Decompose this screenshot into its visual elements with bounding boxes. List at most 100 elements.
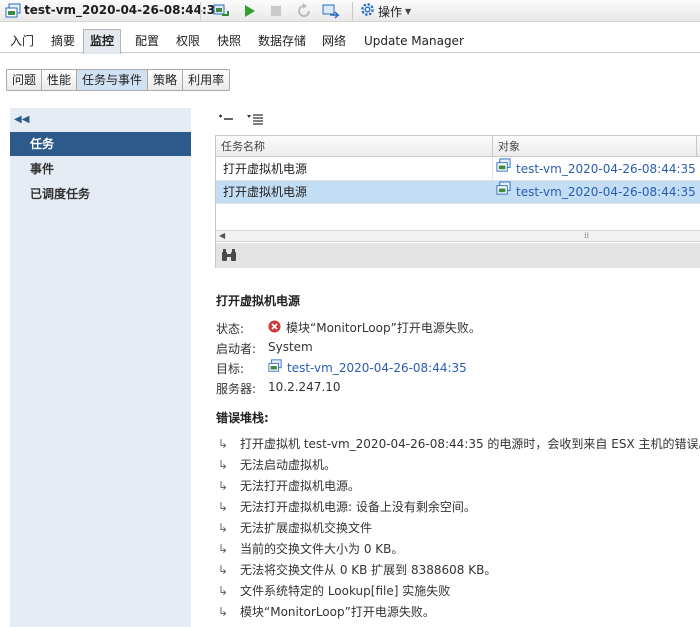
target-link[interactable]: test-vm_2020-04-26-08:44:35 (287, 361, 467, 375)
migrate-icon[interactable] (211, 2, 231, 20)
initiator-value: System (268, 340, 313, 354)
actions-menu[interactable]: 操作 ▼ (360, 2, 411, 20)
main-tab-bar: 入门 摘要 监控 配置 权限 快照 数据存储 网络 Update Manager (0, 29, 700, 54)
task-name-cell: 打开虚拟机电源 (223, 185, 308, 199)
scroll-grip-icon[interactable]: ⁞⁞ (584, 231, 589, 241)
error-stack-text: 无法扩展虚拟机交换文件 (240, 521, 373, 535)
toolbar-divider (200, 2, 201, 20)
status-label: 状态: (216, 322, 245, 336)
vm-icon (268, 359, 282, 376)
reset-icon[interactable] (294, 2, 314, 20)
status-value: 模块“MonitorLoop”打开电源失败。 (268, 319, 481, 336)
error-stack-text: 无法打开虚拟机电源。 (240, 479, 361, 493)
sidebar-item-scheduled-tasks[interactable]: 已调度任务 (10, 182, 191, 206)
error-stack-item: ↳ 模块“MonitorLoop”打开电源失败。 (218, 603, 435, 620)
target-label: 目标: (216, 362, 245, 376)
power-on-icon[interactable] (239, 2, 259, 20)
task-name-cell: 打开虚拟机电源 (223, 162, 308, 176)
sub-arrow-icon: ↳ (218, 541, 229, 556)
target-cell[interactable]: test-vm_2020-04-26-08:44:35 (496, 158, 696, 181)
cell-divider (492, 158, 493, 181)
sub-arrow-icon: ↳ (218, 583, 229, 598)
tab-networks[interactable]: 网络 (322, 29, 346, 53)
binoculars-icon[interactable] (221, 248, 237, 265)
scroll-left-icon[interactable]: ◀ (219, 231, 225, 241)
sidebar-item-tasks[interactable]: 任务 (10, 132, 191, 156)
error-stack-item: ↳ 无法启动虚拟机。 (218, 456, 336, 473)
collapse-icon[interactable]: ◀◀ (14, 114, 29, 125)
subtab-performance[interactable]: 性能 (42, 69, 78, 91)
sidebar: ◀◀ 任务 事件 已调度任务 (10, 108, 191, 627)
gear-icon (360, 2, 375, 20)
error-stack-item: ↳ 无法打开虚拟机电源。 (218, 477, 360, 494)
error-stack-item: ↳ 无法将交换文件从 0 KB 扩展到 8388608 KB。 (218, 561, 496, 578)
sub-arrow-icon: ↳ (218, 562, 229, 577)
sub-arrow-icon: ↳ (218, 436, 229, 451)
vm-icon (496, 158, 511, 181)
vm-icon (5, 3, 21, 19)
column-list-icon[interactable] (246, 112, 264, 129)
tab-update-manager[interactable]: Update Manager (364, 29, 464, 53)
tab-snapshots[interactable]: 快照 (217, 29, 241, 53)
error-stack-item: ↳ 当前的交换文件大小为 0 KB。 (218, 540, 403, 557)
actions-label: 操作 (378, 4, 403, 19)
subtab-tasks-events[interactable]: 任务与事件 (77, 69, 149, 91)
chevron-down-icon: ▼ (405, 6, 412, 16)
table-row[interactable]: 打开虚拟机电源 test-vm_2020-04-26-08:44:35 (216, 158, 700, 181)
tab-summary[interactable]: 摘要 (51, 29, 75, 53)
target-link[interactable]: test-vm_2020-04-26-08:44:35 (516, 181, 696, 204)
error-stack-text: 无法将交换文件从 0 KB 扩展到 8388608 KB。 (240, 563, 497, 577)
table-row[interactable]: 打开虚拟机电源 test-vm_2020-04-26-08:44:35 (216, 181, 700, 204)
sub-tab-bar: 问题 性能 任务与事件 策略 利用率 (6, 69, 231, 91)
error-stack-text: 打开虚拟机 test-vm_2020-04-26-08:44:35 的电源时，会… (240, 437, 700, 451)
filter-list-icon[interactable] (218, 113, 234, 128)
error-stack-item: ↳ 无法打开虚拟机电源: 设备上没有剩余空间。 (218, 498, 476, 515)
tab-getting-started[interactable]: 入门 (10, 29, 34, 53)
tab-datastores[interactable]: 数据存储 (258, 29, 306, 53)
error-stack-title: 错误堆栈: (216, 411, 269, 425)
server-value: 10.2.247.10 (268, 380, 341, 394)
sub-arrow-icon: ↳ (218, 604, 229, 619)
error-stack-text: 模块“MonitorLoop”打开电源失败。 (240, 605, 435, 619)
subtab-utilization[interactable]: 利用率 (183, 69, 231, 91)
horizontal-scrollbar[interactable]: ◀ ⁞⁞ (216, 230, 700, 242)
title-bar: test-vm_2020-04-26-08:44:35 操作 ▼ (0, 0, 700, 22)
error-stack-item: ↳ 打开虚拟机 test-vm_2020-04-26-08:44:35 的电源时，… (218, 435, 700, 452)
sub-arrow-icon: ↳ (218, 457, 229, 472)
error-stack-text: 无法启动虚拟机。 (240, 458, 337, 472)
error-icon (268, 319, 281, 336)
grid-toolbar (218, 112, 264, 128)
sidebar-item-events[interactable]: 事件 (10, 157, 191, 181)
column-divider[interactable] (696, 136, 697, 157)
status-text: 模块“MonitorLoop”打开电源失败。 (286, 321, 481, 335)
detail-title: 打开虚拟机电源 (216, 294, 301, 308)
grid-footer (216, 243, 700, 268)
column-header-task-name[interactable]: 任务名称 (216, 136, 265, 157)
grid-header: 任务名称 对象 (216, 136, 700, 157)
server-label: 服务器: (216, 382, 257, 396)
console-icon[interactable] (321, 2, 341, 20)
target-cell[interactable]: test-vm_2020-04-26-08:44:35 (496, 181, 696, 204)
error-stack-item: ↳ 无法扩展虚拟机交换文件 (218, 519, 372, 536)
tab-monitor[interactable]: 监控 (83, 29, 122, 54)
vm-icon (496, 181, 511, 204)
target-value[interactable]: test-vm_2020-04-26-08:44:35 (268, 359, 467, 376)
subtab-policies[interactable]: 策略 (148, 69, 184, 91)
error-stack-text: 当前的交换文件大小为 0 KB。 (240, 542, 404, 556)
vm-title: test-vm_2020-04-26-08:44:35 (24, 3, 224, 17)
initiator-label: 启动者: (216, 342, 257, 356)
sub-arrow-icon: ↳ (218, 478, 229, 493)
error-stack-text: 文件系统特定的 Lookup[file] 实施失败 (240, 584, 451, 598)
power-off-icon[interactable] (266, 2, 286, 20)
tab-permissions[interactable]: 权限 (176, 29, 200, 53)
error-stack-item: ↳ 文件系统特定的 Lookup[file] 实施失败 (218, 582, 450, 599)
column-header-target[interactable]: 对象 (493, 136, 520, 157)
sub-arrow-icon: ↳ (218, 499, 229, 514)
tab-configure[interactable]: 配置 (135, 29, 159, 53)
error-stack-text: 无法打开虚拟机电源: 设备上没有剩余空间。 (240, 500, 476, 514)
toolbar-divider (352, 2, 353, 20)
sub-arrow-icon: ↳ (218, 520, 229, 535)
target-link[interactable]: test-vm_2020-04-26-08:44:35 (516, 158, 696, 181)
subtab-issues[interactable]: 问题 (6, 69, 43, 91)
task-grid: 任务名称 对象 打开虚拟机电源 test-vm_2020-04-26-08:44… (215, 135, 700, 268)
